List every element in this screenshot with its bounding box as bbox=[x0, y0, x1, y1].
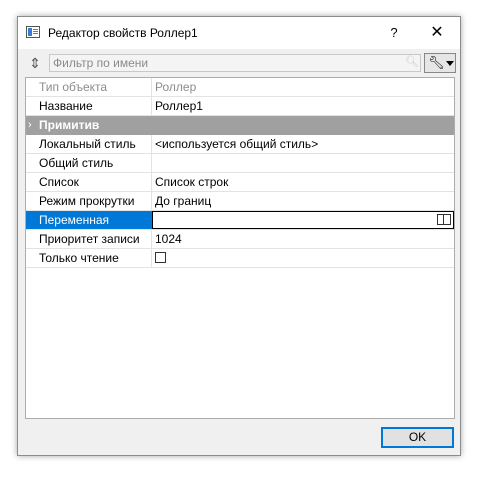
chevron-down-icon bbox=[446, 61, 454, 66]
filter-toolbar: ⇕ 🔍︎ 🔧︎ bbox=[24, 53, 456, 73]
property-name: Тип объекта bbox=[26, 78, 152, 96]
property-name: Приоритет записи bbox=[26, 230, 152, 248]
title-bar: Редактор свойств Роллер1 ? ✕ bbox=[18, 17, 460, 49]
property-value bbox=[152, 249, 454, 267]
book-icon[interactable] bbox=[437, 214, 451, 225]
property-group-primitive[interactable]: › Примитив bbox=[26, 116, 454, 135]
property-value[interactable]: <используется общий стиль> bbox=[152, 135, 454, 153]
wrench-icon: 🔧︎ bbox=[428, 55, 445, 70]
property-editor-dialog: Редактор свойств Роллер1 ? ✕ ⇕ 🔍︎ 🔧︎ Тип… bbox=[17, 16, 461, 456]
property-name: Общий стиль bbox=[26, 154, 152, 172]
chevron-right-icon[interactable]: › bbox=[28, 116, 32, 134]
app-icon bbox=[26, 26, 40, 38]
property-name: Название bbox=[26, 97, 152, 115]
property-row-object-type: Тип объекта Роллер bbox=[26, 78, 454, 97]
close-button[interactable]: ✕ bbox=[420, 21, 454, 45]
property-row-name[interactable]: Название Роллер1 bbox=[26, 97, 454, 116]
property-row-local-style[interactable]: Локальный стиль <используется общий стил… bbox=[26, 135, 454, 154]
window-title: Редактор свойств Роллер1 bbox=[48, 26, 198, 40]
property-row-write-priority[interactable]: Приоритет записи 1024 bbox=[26, 230, 454, 249]
property-value: Роллер bbox=[155, 80, 197, 94]
property-row-list[interactable]: Список Список строк bbox=[26, 173, 454, 192]
variable-value-editor[interactable] bbox=[152, 211, 454, 229]
property-row-common-style[interactable]: Общий стиль bbox=[26, 154, 454, 173]
search-icon: 🔍︎ bbox=[405, 56, 419, 68]
property-value[interactable]: Роллер1 bbox=[152, 97, 454, 115]
property-grid: Тип объекта Роллер Название Роллер1 › Пр… bbox=[25, 77, 455, 419]
property-value[interactable]: Список строк bbox=[152, 173, 454, 191]
property-value[interactable] bbox=[152, 154, 454, 172]
property-value[interactable]: До границ bbox=[152, 192, 454, 210]
read-only-checkbox[interactable] bbox=[155, 252, 166, 263]
property-name: Переменная bbox=[26, 211, 152, 229]
property-row-scroll-mode[interactable]: Режим прокрутки До границ bbox=[26, 192, 454, 211]
property-row-variable[interactable]: Переменная bbox=[26, 211, 454, 230]
filter-input[interactable] bbox=[49, 54, 421, 72]
sort-icon[interactable]: ⇕ bbox=[26, 53, 44, 73]
property-name: Режим прокрутки bbox=[26, 192, 152, 210]
property-name: Список bbox=[26, 173, 152, 191]
ok-button[interactable]: OK bbox=[381, 427, 454, 448]
help-button[interactable]: ? bbox=[380, 21, 408, 45]
property-name: Локальный стиль bbox=[26, 135, 152, 153]
group-label: Примитив bbox=[39, 118, 100, 132]
property-row-read-only[interactable]: Только чтение bbox=[26, 249, 454, 268]
property-value[interactable]: 1024 bbox=[152, 230, 454, 248]
property-name: Только чтение bbox=[26, 249, 152, 267]
tools-menu-button[interactable]: 🔧︎ bbox=[424, 53, 456, 73]
